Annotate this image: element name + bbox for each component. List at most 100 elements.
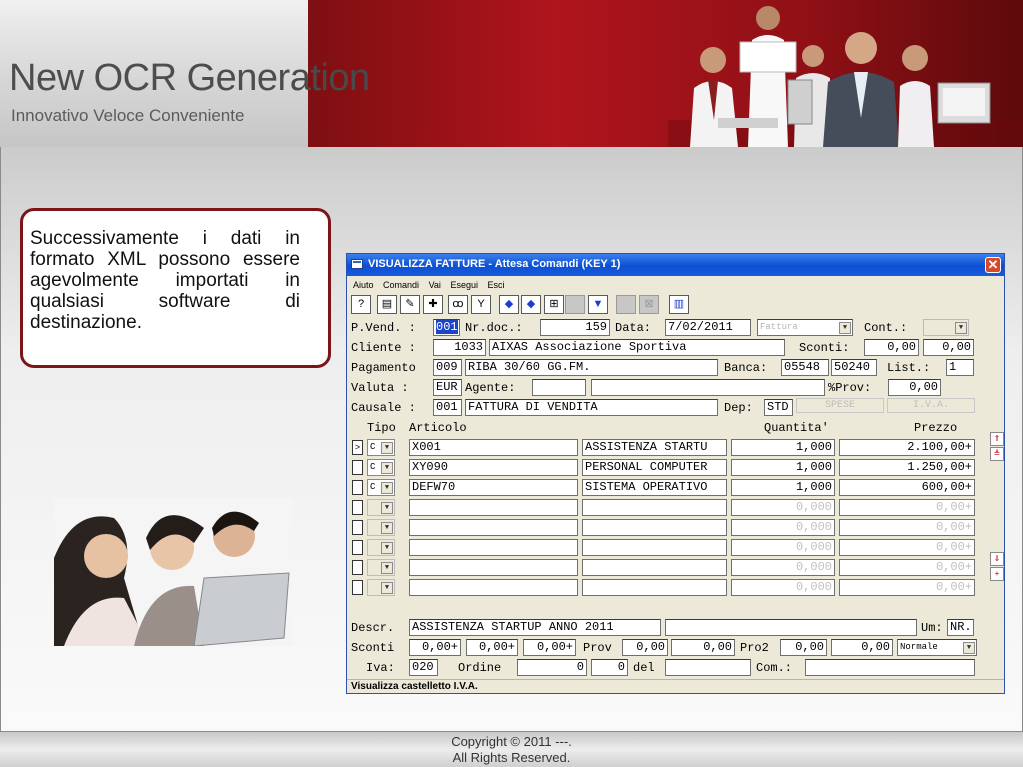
scroll-top-icon[interactable]: ⇑ [990, 432, 1004, 446]
menu-comandi[interactable]: Comandi [383, 280, 419, 290]
type-select[interactable]: Normale ▼ [897, 639, 977, 656]
sconti-field-2[interactable]: 0,00 [923, 339, 974, 356]
quantity-cell[interactable]: 0,000 [731, 519, 835, 536]
sconti-field-1[interactable]: 0,00 [864, 339, 919, 356]
row-selector[interactable] [352, 580, 363, 595]
quantity-cell[interactable]: 0,000 [731, 559, 835, 576]
window-close-button[interactable]: ✕ [985, 257, 1001, 273]
agente-code-field[interactable] [532, 379, 586, 396]
open-icon[interactable]: ⊞ [544, 295, 564, 314]
quantity-cell[interactable]: 1,000 [731, 459, 835, 476]
tipo-select[interactable]: C ▼ [367, 479, 395, 496]
pagamento-code-field[interactable]: 009 [433, 359, 462, 376]
article-desc-cell[interactable]: ASSISTENZA STARTU [582, 439, 727, 456]
article-code-cell[interactable]: XY090 [409, 459, 578, 476]
quantity-cell[interactable]: 1,000 [731, 479, 835, 496]
window-titlebar[interactable]: VISUALIZZA FATTURE - Attesa Comandi (KEY… [347, 254, 1004, 276]
pagamento-desc-field[interactable]: RIBA 30/60 GG.FM. [465, 359, 718, 376]
binoculars-icon[interactable]: ꝏ [448, 295, 468, 314]
cliente-name-field[interactable]: AIXAS Associazione Sportiva [489, 339, 785, 356]
article-desc-cell[interactable] [582, 539, 727, 556]
print-icon[interactable]: ▤ [377, 295, 397, 314]
banca-field-1[interactable]: 05548 [781, 359, 829, 376]
price-cell[interactable]: 2.100,00+ [839, 439, 975, 456]
price-cell[interactable]: 0,00+ [839, 499, 975, 516]
ordine-field-2[interactable]: 0 [591, 659, 628, 676]
row-selector[interactable]: > [352, 440, 363, 455]
article-code-cell[interactable]: DEFW70 [409, 479, 578, 496]
banca-field-2[interactable]: 50240 [831, 359, 877, 376]
article-desc-cell[interactable] [582, 559, 727, 576]
price-cell[interactable]: 0,00+ [839, 539, 975, 556]
iva-field[interactable]: 020 [409, 659, 438, 676]
date-field[interactable]: 7/02/2011 [665, 319, 751, 336]
article-code-cell[interactable] [409, 499, 578, 516]
quantity-cell[interactable]: 0,000 [731, 539, 835, 556]
article-desc-cell[interactable] [582, 519, 727, 536]
del-date-field[interactable] [665, 659, 751, 676]
tipo-select[interactable]: C ▼ [367, 439, 395, 456]
list-field[interactable]: 1 [946, 359, 974, 376]
cont-select[interactable]: ▼ [923, 319, 969, 336]
article-desc-cell[interactable]: PERSONAL COMPUTER [582, 459, 727, 476]
sconto-field-1[interactable]: 0,00+ [409, 639, 461, 656]
price-cell[interactable]: 0,00+ [839, 559, 975, 576]
edit-add-icon[interactable]: ✚ [423, 295, 443, 314]
pro2-field-1[interactable]: 0,00 [780, 639, 827, 656]
edit-icon[interactable]: ✎ [400, 295, 420, 314]
blank-icon[interactable] [616, 295, 636, 314]
sconto-field-3[interactable]: 0,00+ [523, 639, 576, 656]
menu-aiuto[interactable]: Aiuto [353, 280, 374, 290]
quantity-cell[interactable]: 1,000 [731, 439, 835, 456]
agente-name-field[interactable] [591, 379, 825, 396]
ordine-field-1[interactable]: 0 [517, 659, 587, 676]
article-code-cell[interactable] [409, 539, 578, 556]
article-code-cell[interactable] [409, 559, 578, 576]
article-desc-cell[interactable] [582, 499, 727, 516]
row-selector[interactable] [352, 480, 363, 495]
tipo-select[interactable]: ▼ [367, 519, 395, 536]
price-cell[interactable]: 1.250,00+ [839, 459, 975, 476]
doc-type-select[interactable]: Fattura ▼ [757, 319, 853, 336]
menu-esegui[interactable]: Esegui [450, 280, 478, 290]
quantity-cell[interactable]: 0,000 [731, 499, 835, 516]
chart-icon[interactable]: ▥ [669, 295, 689, 314]
prov-field-2[interactable]: 0,00 [671, 639, 735, 656]
row-selector[interactable] [352, 560, 363, 575]
menu-vai[interactable]: Vai [429, 280, 441, 290]
prov-field[interactable]: 0,00 [888, 379, 941, 396]
descr-field[interactable]: ASSISTENZA STARTUP ANNO 2011 [409, 619, 661, 636]
tipo-select[interactable]: C ▼ [367, 459, 395, 476]
dep-field[interactable]: STD [764, 399, 793, 416]
close-icon[interactable]: ⊠ [639, 295, 659, 314]
row-selector[interactable] [352, 520, 363, 535]
menu-esci[interactable]: Esci [487, 280, 504, 290]
tipo-select[interactable]: ▼ [367, 579, 395, 596]
filter-icon[interactable]: Y [471, 295, 491, 314]
tipo-select[interactable]: ▼ [367, 499, 395, 516]
descr-extra-field[interactable] [665, 619, 917, 636]
causale-code-field[interactable]: 001 [433, 399, 462, 416]
row-selector[interactable] [352, 540, 363, 555]
price-cell[interactable]: 0,00+ [839, 579, 975, 596]
scroll-up-icon[interactable]: ≜ [990, 447, 1004, 461]
um-field[interactable]: NR. [947, 619, 974, 636]
causale-desc-field[interactable]: FATTURA DI VENDITA [465, 399, 718, 416]
iva-button[interactable]: I.V.A. [887, 398, 975, 413]
article-code-cell[interactable] [409, 519, 578, 536]
pro2-field-2[interactable]: 0,00 [831, 639, 893, 656]
prov-field-1[interactable]: 0,00 [622, 639, 668, 656]
quantity-cell[interactable]: 0,000 [731, 579, 835, 596]
spese-button[interactable]: SPESE [796, 398, 884, 413]
price-cell[interactable]: 0,00+ [839, 519, 975, 536]
tipo-select[interactable]: ▼ [367, 539, 395, 556]
scroll-bottom-icon[interactable]: ⇓ [990, 552, 1004, 566]
nrdoc-field[interactable]: 159 [540, 319, 610, 336]
arrow-down-icon[interactable]: ▼ [588, 295, 608, 314]
pvend-field[interactable]: 001 [433, 319, 460, 336]
row-selector[interactable] [352, 500, 363, 515]
arrow-left-icon[interactable]: ◆ [499, 295, 519, 314]
blank-icon[interactable] [565, 295, 585, 314]
cliente-code-field[interactable]: 1033 [433, 339, 486, 356]
arrow-right-icon[interactable]: ◆ [521, 295, 541, 314]
